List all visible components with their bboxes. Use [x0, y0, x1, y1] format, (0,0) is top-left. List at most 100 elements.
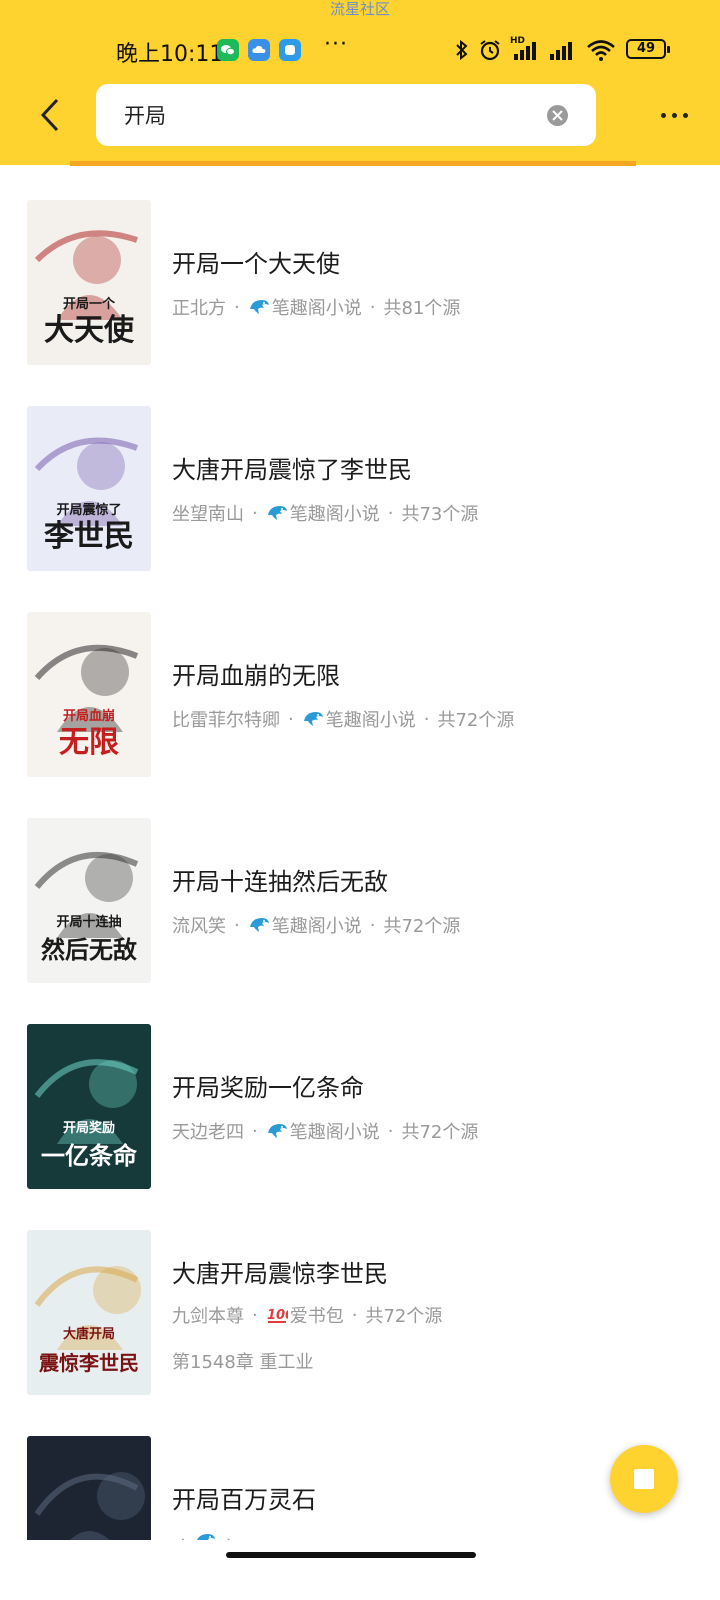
meta-separator: · [387, 1120, 394, 1142]
meta-separator: · [369, 296, 376, 318]
dolphin-icon [266, 503, 290, 523]
dolphin-icon [248, 915, 272, 935]
wifi-icon [587, 40, 615, 61]
meta-separator: · [423, 708, 430, 730]
result-item[interactable]: 开局震惊了 李世民 大唐开局震惊了李世民 坐望南山 · 笔趣阁小说 · 共73个源 [0, 406, 720, 612]
dolphin-icon [266, 1121, 290, 1141]
cover-title: 然后无敌 [41, 935, 137, 964]
book-title: 开局奖励一亿条命 [172, 1074, 364, 1102]
wechat-icon [217, 39, 239, 61]
back-button[interactable] [30, 93, 70, 137]
meta-separator: · [180, 1530, 186, 1540]
meta-separator: · [234, 296, 240, 318]
book-source [194, 1531, 218, 1540]
book-cover-image: 开局一个 大天使 [27, 200, 151, 365]
cover-title: 无限 [59, 725, 119, 760]
hundred-points-icon: 100 [266, 1305, 290, 1325]
status-time: 晚上10:11 [116, 42, 224, 67]
book-cover-image: 大唐开局 震惊李世民 [27, 1230, 151, 1395]
book-author: 天边老四 [172, 1122, 244, 1143]
book-title: 开局血崩的无限 [172, 662, 340, 690]
book-source-count: 共81个源 [383, 298, 461, 319]
more-dot-icon [682, 112, 688, 118]
book-source-count: 共73个源 [401, 504, 479, 525]
book-title: 开局十连抽然后无敌 [172, 868, 388, 896]
notice-text: 流星社区 [329, 0, 390, 18]
result-item[interactable]: 开局血崩 无限 开局血崩的无限比雷菲尔特卿 · 笔趣阁小说 · 共72个源 [0, 612, 720, 818]
book-author: 坐望南山 [172, 504, 244, 525]
cover-subtitle: 开局震惊了 [56, 502, 121, 518]
book-author: 九剑本尊 [172, 1306, 244, 1327]
close-icon [552, 110, 563, 121]
book-title: 开局一个大天使 [172, 250, 340, 278]
cover-title: 大天使 [44, 313, 135, 348]
cover-title: 一亿条命 [41, 1141, 138, 1170]
search-progress-bar [70, 161, 636, 166]
book-meta: 流风笑 · 笔趣阁小说 · 共72个源 [172, 912, 460, 938]
stop-search-button[interactable] [610, 1445, 678, 1513]
svg-text:100: 100 [267, 1308, 288, 1323]
cover-subtitle: 开局十连抽 [56, 914, 121, 930]
book-source-name: 爱书包 [289, 1306, 344, 1327]
book-meta: ·· [172, 1530, 239, 1540]
book-cover-image: 开局十连抽 然后无敌 [27, 818, 151, 983]
book-title: 大唐开局震惊了李世民 [172, 456, 412, 484]
book-cover-image: 开局 [27, 1436, 151, 1540]
dolphin-icon [194, 1531, 218, 1540]
dolphin-icon [302, 709, 326, 729]
latest-chapter: 第1548章 重工业 [172, 1352, 314, 1373]
alarm-icon [480, 40, 500, 61]
search-input[interactable] [124, 98, 524, 132]
search-box[interactable] [96, 84, 596, 146]
more-dot-icon [660, 112, 666, 118]
book-meta: 天边老四 · 笔趣阁小说 · 共72个源 [172, 1118, 478, 1144]
cover-subtitle: 开局一个 [63, 296, 116, 312]
meta-separator: · [288, 708, 294, 730]
status-bar: 晚上10:11 ··· HD 49 [0, 30, 720, 70]
book-meta: 坐望南山 · 笔趣阁小说 · 共73个源 [172, 500, 478, 526]
dolphin-icon [248, 297, 272, 317]
result-item[interactable]: 开局十连抽 然后无敌 开局十连抽然后无敌 流风笑 · 笔趣阁小说 · 共72个源 [0, 818, 720, 1024]
chevron-left-icon [40, 98, 59, 132]
book-source-count: 共72个源 [437, 710, 515, 731]
result-item[interactable]: 开局奖励 一亿条命 开局奖励一亿条命 天边老四 · 笔趣阁小说 · 共72个源 [0, 1024, 720, 1230]
book-source: 100爱书包 [266, 1302, 344, 1328]
more-options-button[interactable] [654, 98, 694, 132]
battery-indicator: 49 [626, 39, 670, 59]
book-source: 笔趣阁小说 [248, 912, 362, 938]
book-author: 比雷菲尔特卿 [172, 710, 280, 731]
clear-search-button[interactable] [547, 105, 568, 126]
book-source-count: 共72个源 [401, 1122, 479, 1143]
book-source: 笔趣阁小说 [248, 294, 362, 320]
cover-title: 李世民 [44, 519, 134, 554]
more-dot-icon [671, 112, 677, 118]
book-source: 笔趣阁小说 [266, 500, 380, 526]
book-meta: 九剑本尊 · 100爱书包 · 共72个源 [172, 1302, 442, 1328]
hd-signal-icon: HD [510, 36, 540, 62]
book-author: 正北方 [172, 298, 226, 319]
app-notification-icon [279, 39, 301, 61]
book-cover-image: 开局震惊了 李世民 [27, 406, 151, 571]
meta-separator: · [387, 502, 394, 524]
book-source-name: 笔趣阁小说 [289, 504, 380, 525]
book-source: 笔趣阁小说 [302, 706, 416, 732]
search-results-list[interactable]: 开局一个 大天使 开局一个大天使 正北方 · 笔趣阁小说 · 共81个源 开局震惊了 李世… [0, 168, 720, 1540]
book-title: 大唐开局震惊李世民 [172, 1260, 388, 1288]
book-meta: 比雷菲尔特卿 · 笔趣阁小说 · 共72个源 [172, 706, 514, 732]
book-source: 笔趣阁小说 [266, 1118, 380, 1144]
result-item[interactable]: 大唐开局 震惊李世民 大唐开局震惊李世民九剑本尊·100爱书包·共72个源第15… [0, 1230, 720, 1436]
book-source-name: 笔趣阁小说 [271, 916, 362, 937]
meta-separator: · [226, 1530, 232, 1540]
meta-separator: · [351, 1304, 358, 1326]
cover-subtitle: 开局血崩 [63, 708, 115, 724]
signal-icon [550, 42, 572, 60]
meta-separator: · [234, 914, 240, 936]
home-indicator[interactable] [226, 1552, 476, 1558]
book-author: 流风笑 [172, 916, 226, 937]
book-source-name: 笔趣阁小说 [271, 298, 362, 319]
meta-separator: · [369, 914, 376, 936]
result-item[interactable]: 开局一个 大天使 开局一个大天使 正北方 · 笔趣阁小说 · 共81个源 [0, 200, 720, 406]
status-more-icon: ··· [324, 32, 348, 57]
cover-title: 震惊李世民 [39, 1351, 139, 1375]
top-header: 流星社区 晚上10:11 ··· HD 49 [0, 0, 720, 165]
